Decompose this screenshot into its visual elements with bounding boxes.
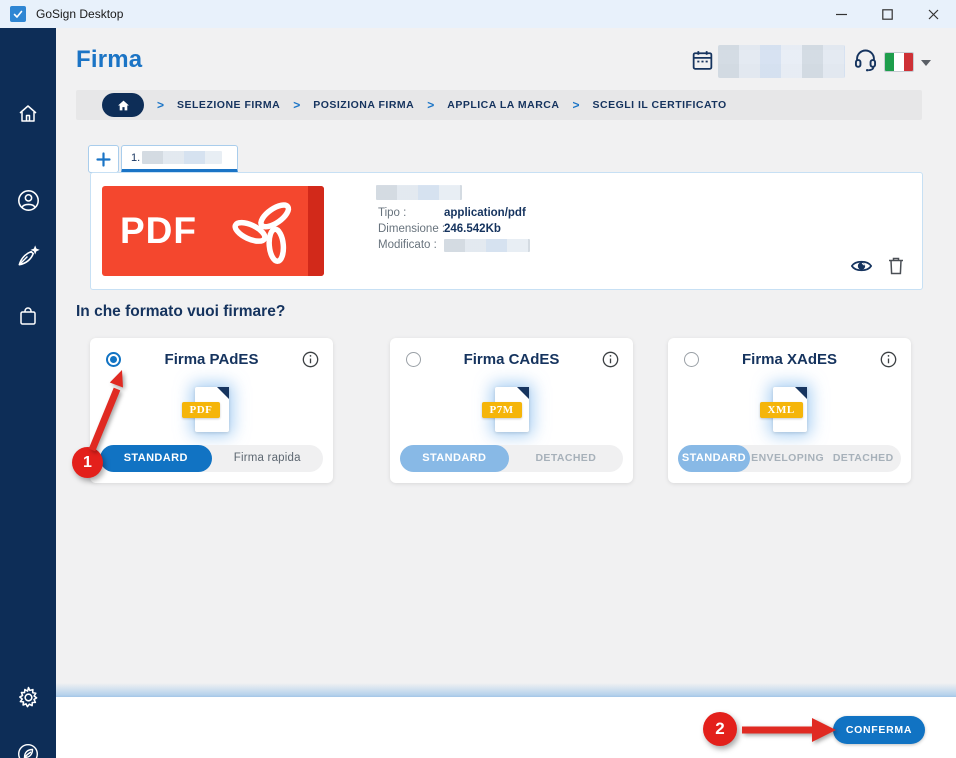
filename-blurred: [376, 185, 462, 200]
annotation-arrow-1: [88, 370, 123, 452]
cades-info-icon[interactable]: [602, 351, 619, 368]
home-icon[interactable]: [12, 98, 44, 130]
window-title: GoSign Desktop: [36, 7, 124, 21]
xades-doc-icon: XML: [668, 378, 911, 440]
cades-option-standard[interactable]: STANDARD: [400, 445, 509, 472]
file-size-label: Dimensione :: [378, 223, 446, 235]
document-info-card: PDF Tipo : application/pdf Dimensione : …: [90, 172, 923, 290]
signature-pen-icon[interactable]: [12, 240, 44, 272]
cades-doc-icon: P7M: [390, 378, 633, 440]
language-dropdown-caret[interactable]: [921, 60, 931, 66]
eco-leaf-icon[interactable]: [12, 738, 44, 758]
file-modified-blurred: [444, 239, 530, 252]
document-tab-1[interactable]: 1.: [121, 145, 238, 173]
xades-option-enveloping[interactable]: ENVELOPING: [750, 445, 826, 472]
breadcrumb-separator: [572, 98, 579, 112]
format-question-heading: In che formato vuoi firmare?: [76, 303, 286, 320]
add-document-button[interactable]: [88, 145, 119, 173]
page-title: Firma: [76, 46, 143, 73]
breadcrumb-item-selezione-firma[interactable]: SELEZIONE FIRMA: [177, 99, 280, 111]
breadcrumb-item-applica-la-marca[interactable]: APPLICA LA MARCA: [447, 99, 559, 111]
language-flag-italy[interactable]: [884, 52, 914, 72]
user-profile-icon[interactable]: [12, 184, 44, 216]
minimize-button[interactable]: [818, 0, 864, 28]
app-logo-icon: [10, 6, 26, 22]
file-modified-label: Modificato :: [378, 239, 437, 251]
support-headset-icon[interactable]: [852, 46, 879, 73]
xades-title: Firma XAdES: [741, 351, 838, 368]
pades-title: Firma PAdES: [164, 351, 259, 368]
tab-label: 1.: [131, 151, 141, 164]
format-card-cades: Firma CAdES P7M STANDARD DETACHED: [390, 338, 633, 483]
gosign-desktop-window: GoSign Desktop Firma > SELEZIONE FIRMA >…: [0, 0, 956, 758]
file-size-value: 246.542Kb: [444, 223, 501, 235]
file-type-label: Tipo :: [378, 207, 407, 219]
user-account-blurred: [718, 45, 845, 78]
xades-option-track: STANDARD ENVELOPING DETACHED: [678, 445, 901, 472]
cades-doc-badge: P7M: [481, 401, 522, 418]
cades-radio[interactable]: [406, 352, 421, 367]
pdf-logo-text: PDF: [120, 210, 197, 251]
breadcrumb-home-icon[interactable]: [102, 93, 144, 117]
xades-option-detached[interactable]: DETACHED: [825, 445, 901, 472]
xades-option-standard[interactable]: STANDARD: [678, 445, 750, 472]
preview-eye-icon[interactable]: [851, 258, 872, 274]
close-button[interactable]: [910, 0, 956, 28]
pades-option-firma-rapida[interactable]: Firma rapida: [212, 445, 324, 472]
breadcrumb-separator: [427, 98, 434, 112]
breadcrumb-item-posiziona-firma[interactable]: POSIZIONA FIRMA: [313, 99, 414, 111]
cades-option-track: STANDARD DETACHED: [400, 445, 623, 472]
shopping-bag-icon[interactable]: [12, 300, 44, 332]
breadcrumb-separator: [157, 98, 164, 112]
delete-trash-icon[interactable]: [888, 256, 904, 275]
pdf-preview-icon: PDF: [102, 186, 324, 276]
pades-info-icon[interactable]: [302, 351, 319, 368]
xades-info-icon[interactable]: [880, 351, 897, 368]
pades-doc-badge: PDF: [181, 401, 221, 418]
tab-filename-blurred: [142, 151, 223, 164]
settings-gear-icon[interactable]: [12, 681, 44, 713]
sidebar-nav: [0, 28, 56, 758]
file-type-value: application/pdf: [444, 207, 526, 219]
maximize-button[interactable]: [864, 0, 910, 28]
breadcrumb-item-scegli-il-certificato[interactable]: SCEGLI IL CERTIFICATO: [592, 99, 726, 111]
annotation-arrow-2: [742, 718, 836, 742]
conferma-button[interactable]: CONFERMA: [833, 716, 925, 744]
breadcrumb: SELEZIONE FIRMA POSIZIONA FIRMA APPLICA …: [76, 90, 922, 120]
calendar-icon[interactable]: [690, 48, 715, 73]
xades-doc-badge: XML: [759, 401, 803, 418]
format-card-xades: Firma XAdES XML STANDARD ENVELOPING DETA…: [668, 338, 911, 483]
adobe-ribbon-icon: [232, 202, 292, 264]
title-bar: GoSign Desktop: [0, 0, 956, 28]
cades-title: Firma CAdES: [463, 351, 560, 368]
xades-radio[interactable]: [684, 352, 699, 367]
breadcrumb-separator: [293, 98, 300, 112]
cades-option-detached[interactable]: DETACHED: [509, 445, 623, 472]
